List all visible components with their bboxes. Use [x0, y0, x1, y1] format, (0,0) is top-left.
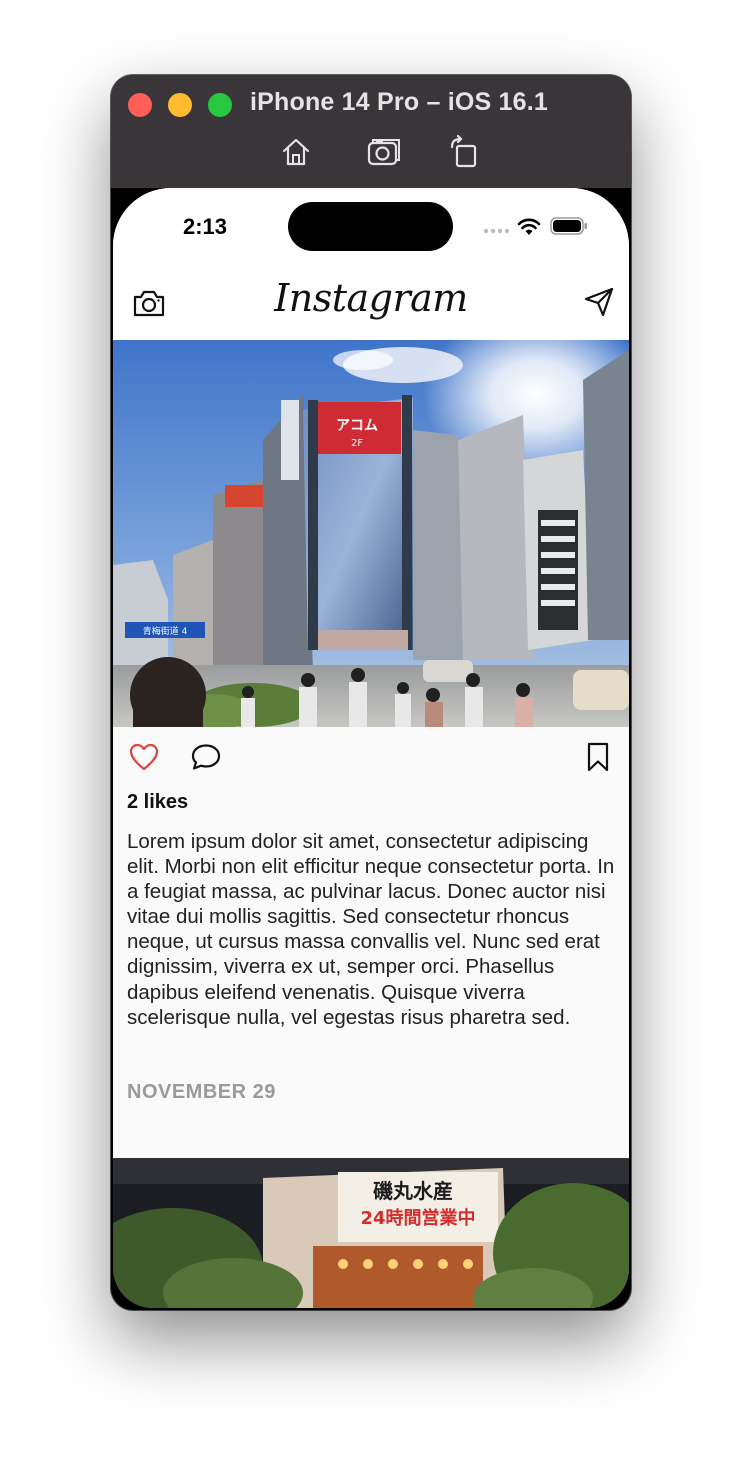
- wifi-icon: [517, 218, 541, 235]
- window-titlebar[interactable]: iPhone 14 Pro – iOS 16.1: [111, 75, 631, 188]
- likes-count[interactable]: 2 likes: [127, 791, 188, 814]
- app-logo: Instagram: [274, 276, 468, 320]
- window-title: iPhone 14 Pro – iOS 16.1: [250, 88, 548, 116]
- store-sign-text: 磯丸水産: [373, 1179, 453, 1203]
- home-icon[interactable]: [279, 135, 313, 169]
- screenshot-icon[interactable]: [367, 135, 401, 169]
- heart-icon[interactable]: [129, 743, 159, 771]
- simulator-window: iPhone 14 Pro – iOS 16.1 2:13 Instagram …: [111, 75, 631, 1310]
- post-photo[interactable]: アコム 2F 青梅街道 4: [113, 340, 629, 727]
- billboard-text: アコム: [336, 418, 378, 434]
- store-hours-text: 24時間営業中: [360, 1207, 475, 1229]
- post-date: NOVEMBER 29: [127, 1081, 276, 1103]
- status-bar: 2:13: [113, 188, 629, 268]
- comment-icon[interactable]: [191, 743, 221, 771]
- phone-screen: 2:13 Instagram アコム 2F 青梅街道 4 2 likes Lor…: [113, 188, 629, 1308]
- zoom-window-button[interactable]: [208, 93, 232, 117]
- bookmark-icon[interactable]: [587, 742, 609, 772]
- next-post-photo[interactable]: 磯丸水産 24時間営業中: [113, 1158, 629, 1308]
- dynamic-island: [288, 202, 453, 251]
- minimize-window-button[interactable]: [168, 93, 192, 117]
- send-icon[interactable]: [583, 286, 615, 318]
- street-sign-text: 青梅街道 4: [143, 625, 188, 637]
- battery-icon: [550, 217, 587, 235]
- post-actions: [113, 727, 629, 777]
- app-navbar: Instagram: [113, 268, 629, 340]
- signal-icon: [483, 228, 510, 234]
- close-window-button[interactable]: [128, 93, 152, 117]
- status-time: 2:13: [183, 214, 228, 239]
- post-caption: Lorem ipsum dolor sit amet, consectetur …: [127, 830, 615, 1029]
- billboard-floor: 2F: [351, 438, 363, 449]
- rotate-icon[interactable]: [447, 135, 481, 169]
